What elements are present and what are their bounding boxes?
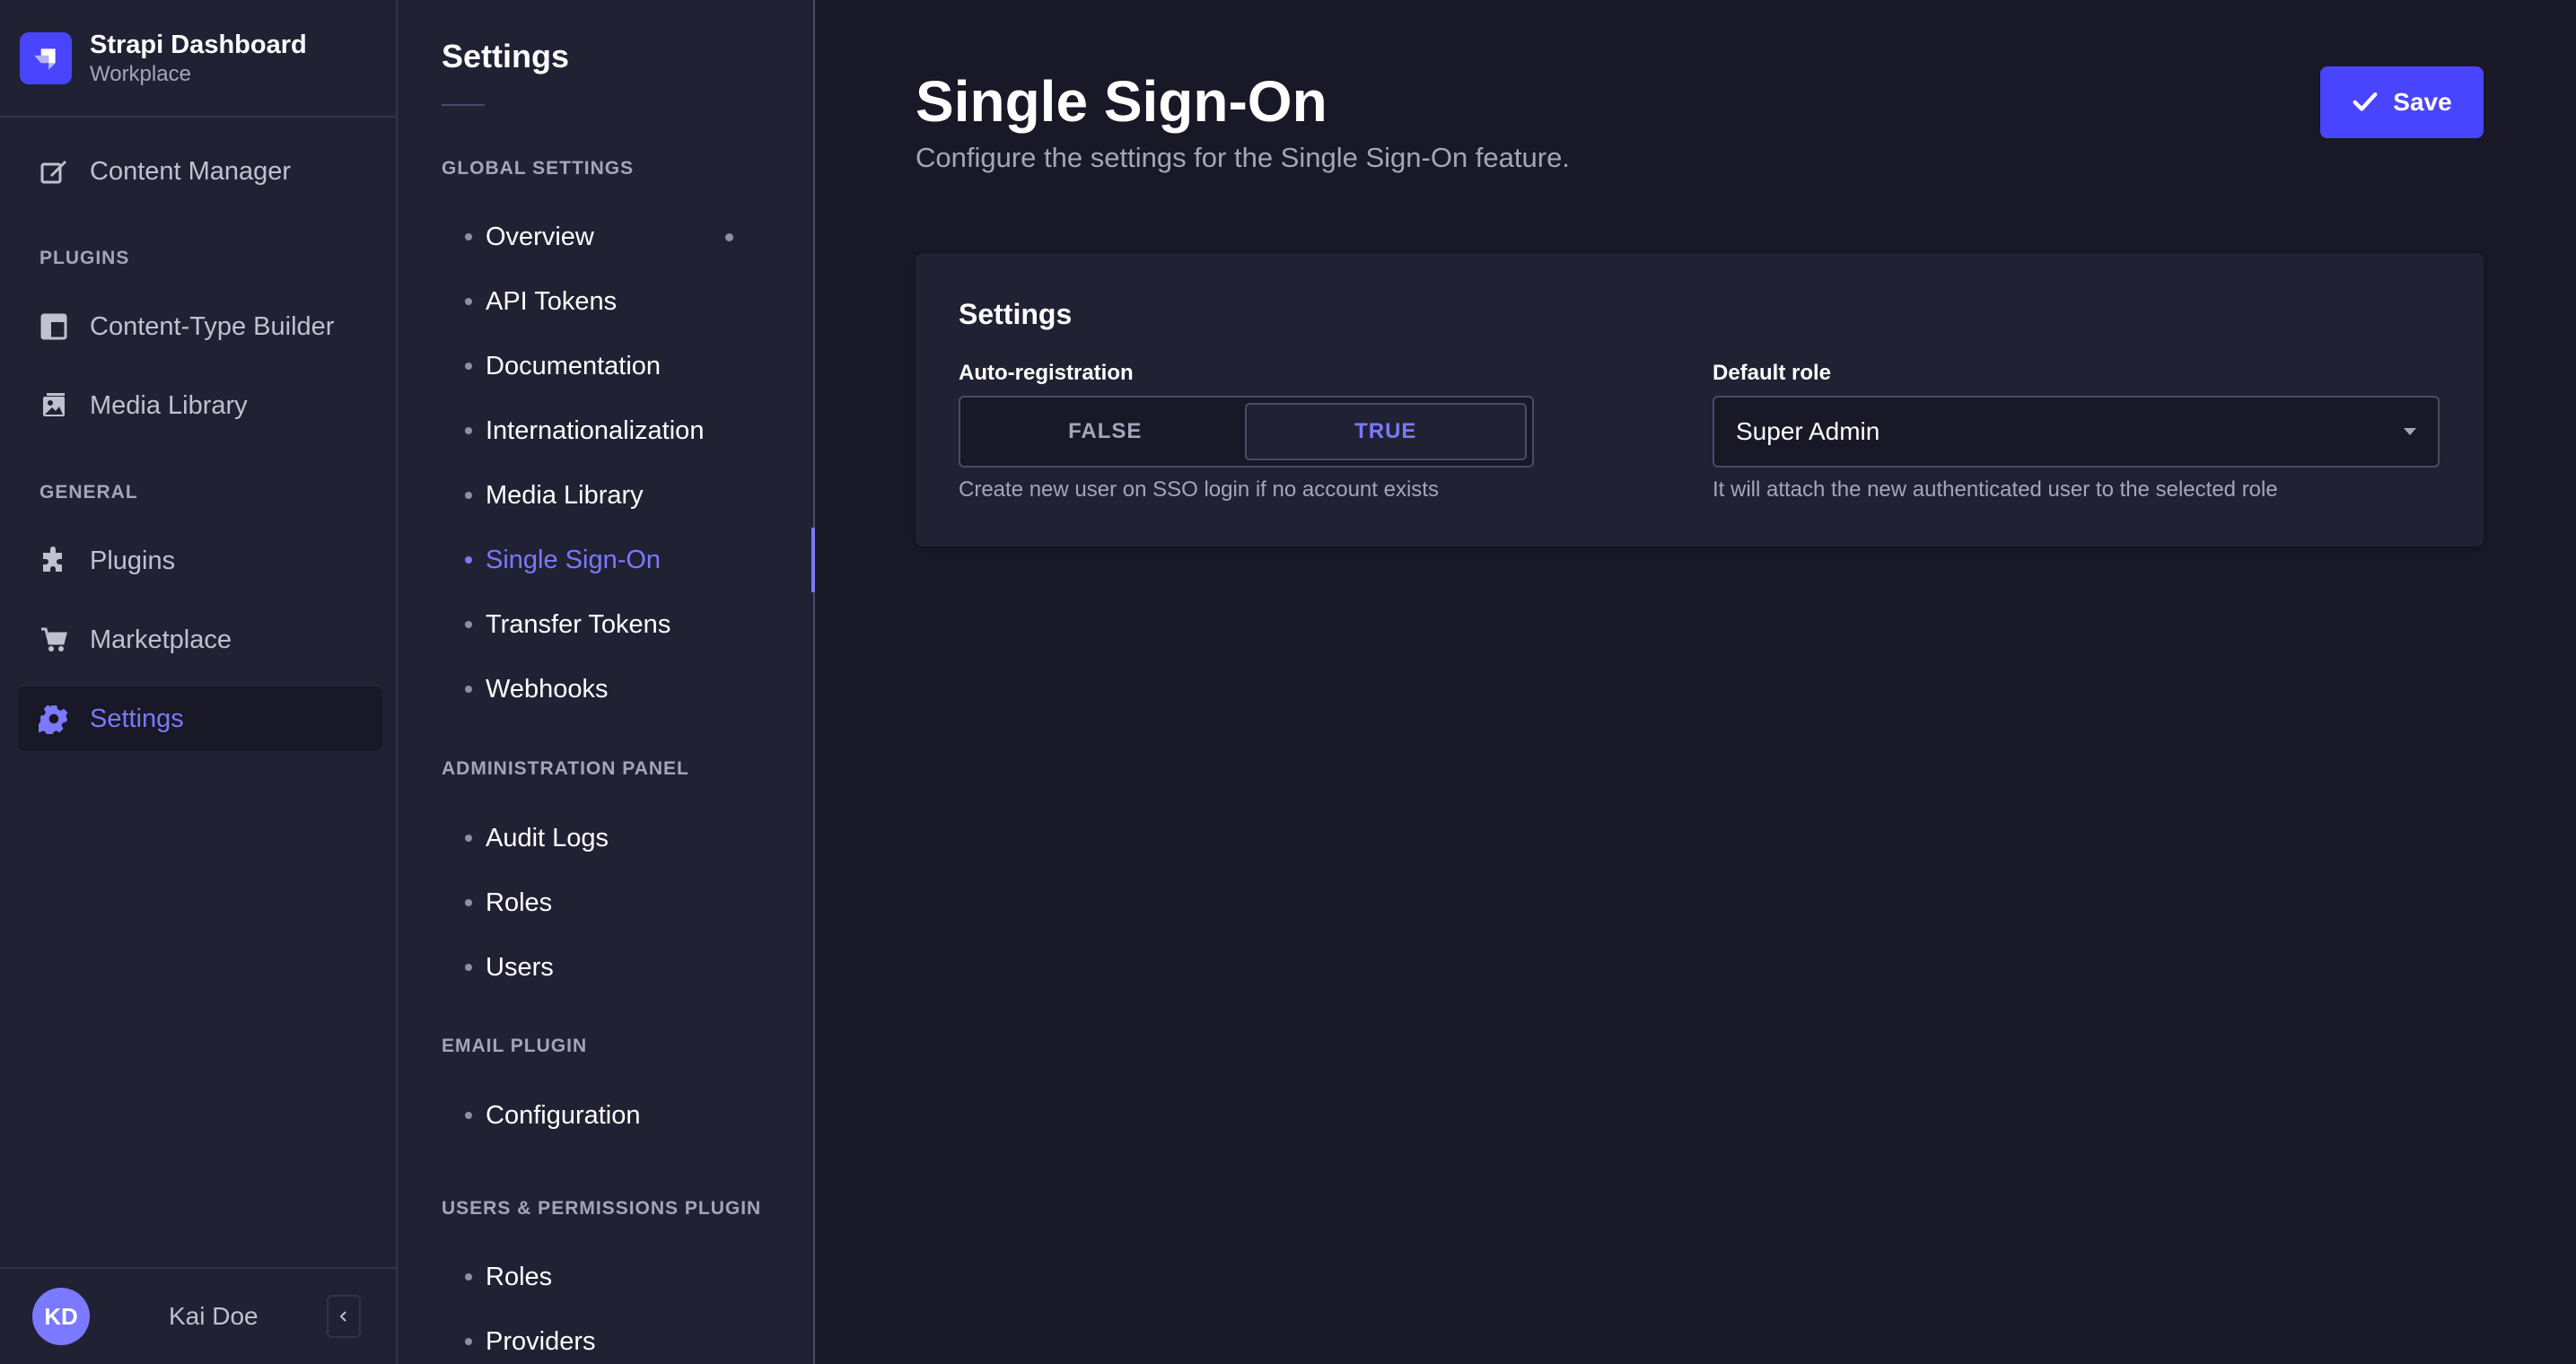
bullet-icon: [465, 964, 472, 971]
bullet-icon: [465, 1273, 472, 1281]
card-title: Settings: [959, 298, 1073, 330]
nav-marketplace[interactable]: Marketplace: [18, 608, 382, 672]
bullet-icon: [465, 899, 472, 906]
nav-label: Plugins: [90, 546, 176, 575]
nav-section-plugins: PLUGINS: [39, 248, 130, 268]
save-button-label: Save: [2393, 88, 2452, 116]
bullet-icon: [465, 621, 472, 628]
subnav-item-label: Webhooks: [486, 674, 609, 704]
section-email-plugin: EMAIL PLUGIN: [442, 1036, 588, 1056]
subnav-item-webhooks[interactable]: Webhooks: [398, 662, 867, 716]
subnav-item-label: Overview: [486, 222, 594, 251]
check-icon: [2353, 92, 2378, 111]
main-navigation: Strapi Dashboard Workplace Content Manag…: [0, 0, 398, 1364]
subnav-item-media-library[interactable]: Media Library: [398, 468, 867, 522]
subnav-item-label: Audit Logs: [486, 823, 609, 852]
section-global-settings: GLOBAL SETTINGS: [442, 158, 635, 179]
auto-registration-hint: Create new user on SSO login if no accou…: [959, 477, 1439, 502]
default-role-value: Super Admin: [1736, 417, 1880, 445]
nav-label: Settings: [90, 704, 184, 733]
default-role-hint: It will attach the new authenticated use…: [1713, 477, 2278, 502]
subnav-item-up-roles[interactable]: Roles: [398, 1250, 867, 1304]
feather-icon: [38, 155, 70, 188]
bullet-icon: [465, 233, 472, 240]
new-indicator-dot: [725, 233, 733, 241]
page-title: Single Sign-On: [916, 69, 1327, 134]
images-icon: [38, 389, 70, 422]
default-role-label: Default role: [1713, 361, 1832, 385]
subnav-title: Settings: [442, 38, 570, 74]
subnav-item-label: Internationalization: [486, 415, 705, 445]
chevron-left-icon: [339, 1311, 346, 1322]
subnav-item-audit-logs[interactable]: Audit Logs: [398, 811, 867, 865]
subnav-item-overview[interactable]: Overview: [398, 210, 867, 264]
layout-icon: [38, 310, 70, 343]
subnav-item-documentation[interactable]: Documentation: [398, 339, 867, 393]
subnav-item-label: Media Library: [486, 480, 644, 510]
section-users-permissions-plugin: USERS & PERMISSIONS PLUGIN: [442, 1198, 762, 1219]
bullet-icon: [465, 1112, 472, 1119]
bullet-icon: [465, 1338, 472, 1345]
brand-title: Strapi Dashboard: [90, 30, 307, 59]
subnav-item-label: Roles: [486, 1262, 553, 1291]
save-button[interactable]: Save: [2320, 66, 2484, 138]
subnav-item-providers[interactable]: Providers: [398, 1315, 867, 1364]
nav-label: Media Library: [90, 390, 248, 420]
nav-settings[interactable]: Settings: [18, 686, 382, 751]
default-role-select[interactable]: Super Admin: [1713, 396, 2440, 468]
bullet-icon: [465, 686, 472, 693]
nav-label: Content-Type Builder: [90, 311, 335, 341]
subnav-item-api-tokens[interactable]: API Tokens: [398, 275, 867, 328]
nav-section-general: GENERAL: [39, 482, 138, 503]
subnav-item-configuration[interactable]: Configuration: [398, 1089, 867, 1142]
subnav-item-transfer-tokens[interactable]: Transfer Tokens: [398, 598, 867, 651]
subnav-item-label: Documentation: [486, 351, 662, 380]
avatar[interactable]: KD: [32, 1288, 90, 1345]
toggle-false-option[interactable]: FALSE: [966, 403, 1245, 460]
bullet-icon: [465, 298, 472, 305]
subnav-item-label: Configuration: [486, 1100, 641, 1130]
sso-settings-card: Settings Auto-registration FALSE TRUE Cr…: [916, 253, 2484, 546]
section-administration-panel: ADMINISTRATION PANEL: [442, 758, 689, 779]
nav-label: Content Manager: [90, 156, 292, 186]
subnav-item-label: Users: [486, 952, 554, 982]
subnav-item-single-sign-on[interactable]: Single Sign-On: [398, 528, 867, 592]
bullet-icon: [465, 427, 472, 434]
puzzle-icon: [38, 545, 70, 577]
nav-content-manager[interactable]: Content Manager: [18, 139, 382, 204]
bullet-icon: [465, 363, 472, 370]
brand-header: Strapi Dashboard Workplace: [0, 0, 396, 118]
subnav-item-label: Providers: [486, 1326, 596, 1356]
nav-label: Marketplace: [90, 625, 232, 654]
nav-plugins[interactable]: Plugins: [18, 529, 382, 593]
auto-registration-toggle: FALSE TRUE: [959, 396, 1534, 468]
user-name[interactable]: Kai Doe: [169, 1302, 258, 1331]
page-subtitle: Configure the settings for the Single Si…: [916, 142, 1570, 173]
subnav-item-users[interactable]: Users: [398, 940, 867, 994]
subnav-item-label: API Tokens: [486, 286, 618, 316]
strapi-logo-icon: [20, 31, 72, 84]
subnav-item-label: Transfer Tokens: [486, 609, 671, 639]
bullet-icon: [465, 835, 472, 842]
settings-subnav: Settings GLOBAL SETTINGS Overview API To…: [398, 0, 867, 1364]
subnav-item-internationalization[interactable]: Internationalization: [398, 404, 867, 458]
nav-content-type-builder[interactable]: Content-Type Builder: [18, 294, 382, 359]
main-content: Single Sign-On Configure the settings fo…: [815, 0, 2576, 1364]
subnav-item-label: Roles: [486, 887, 553, 917]
nav-media-library[interactable]: Media Library: [18, 373, 382, 438]
brand-subtitle: Workplace: [90, 61, 191, 86]
auto-registration-label: Auto-registration: [959, 361, 1134, 385]
user-bar: KD Kai Doe: [0, 1267, 396, 1364]
subnav-divider: [442, 104, 485, 106]
subnav-item-roles[interactable]: Roles: [398, 876, 867, 930]
caret-down-icon: [2404, 428, 2416, 435]
collapse-nav-button[interactable]: [327, 1295, 361, 1338]
gear-icon: [38, 703, 70, 735]
subnav-item-label: Single Sign-On: [486, 545, 662, 574]
bullet-icon: [465, 492, 472, 499]
cart-icon: [38, 624, 70, 656]
bullet-icon: [465, 556, 472, 564]
toggle-true-option[interactable]: TRUE: [1244, 403, 1527, 460]
